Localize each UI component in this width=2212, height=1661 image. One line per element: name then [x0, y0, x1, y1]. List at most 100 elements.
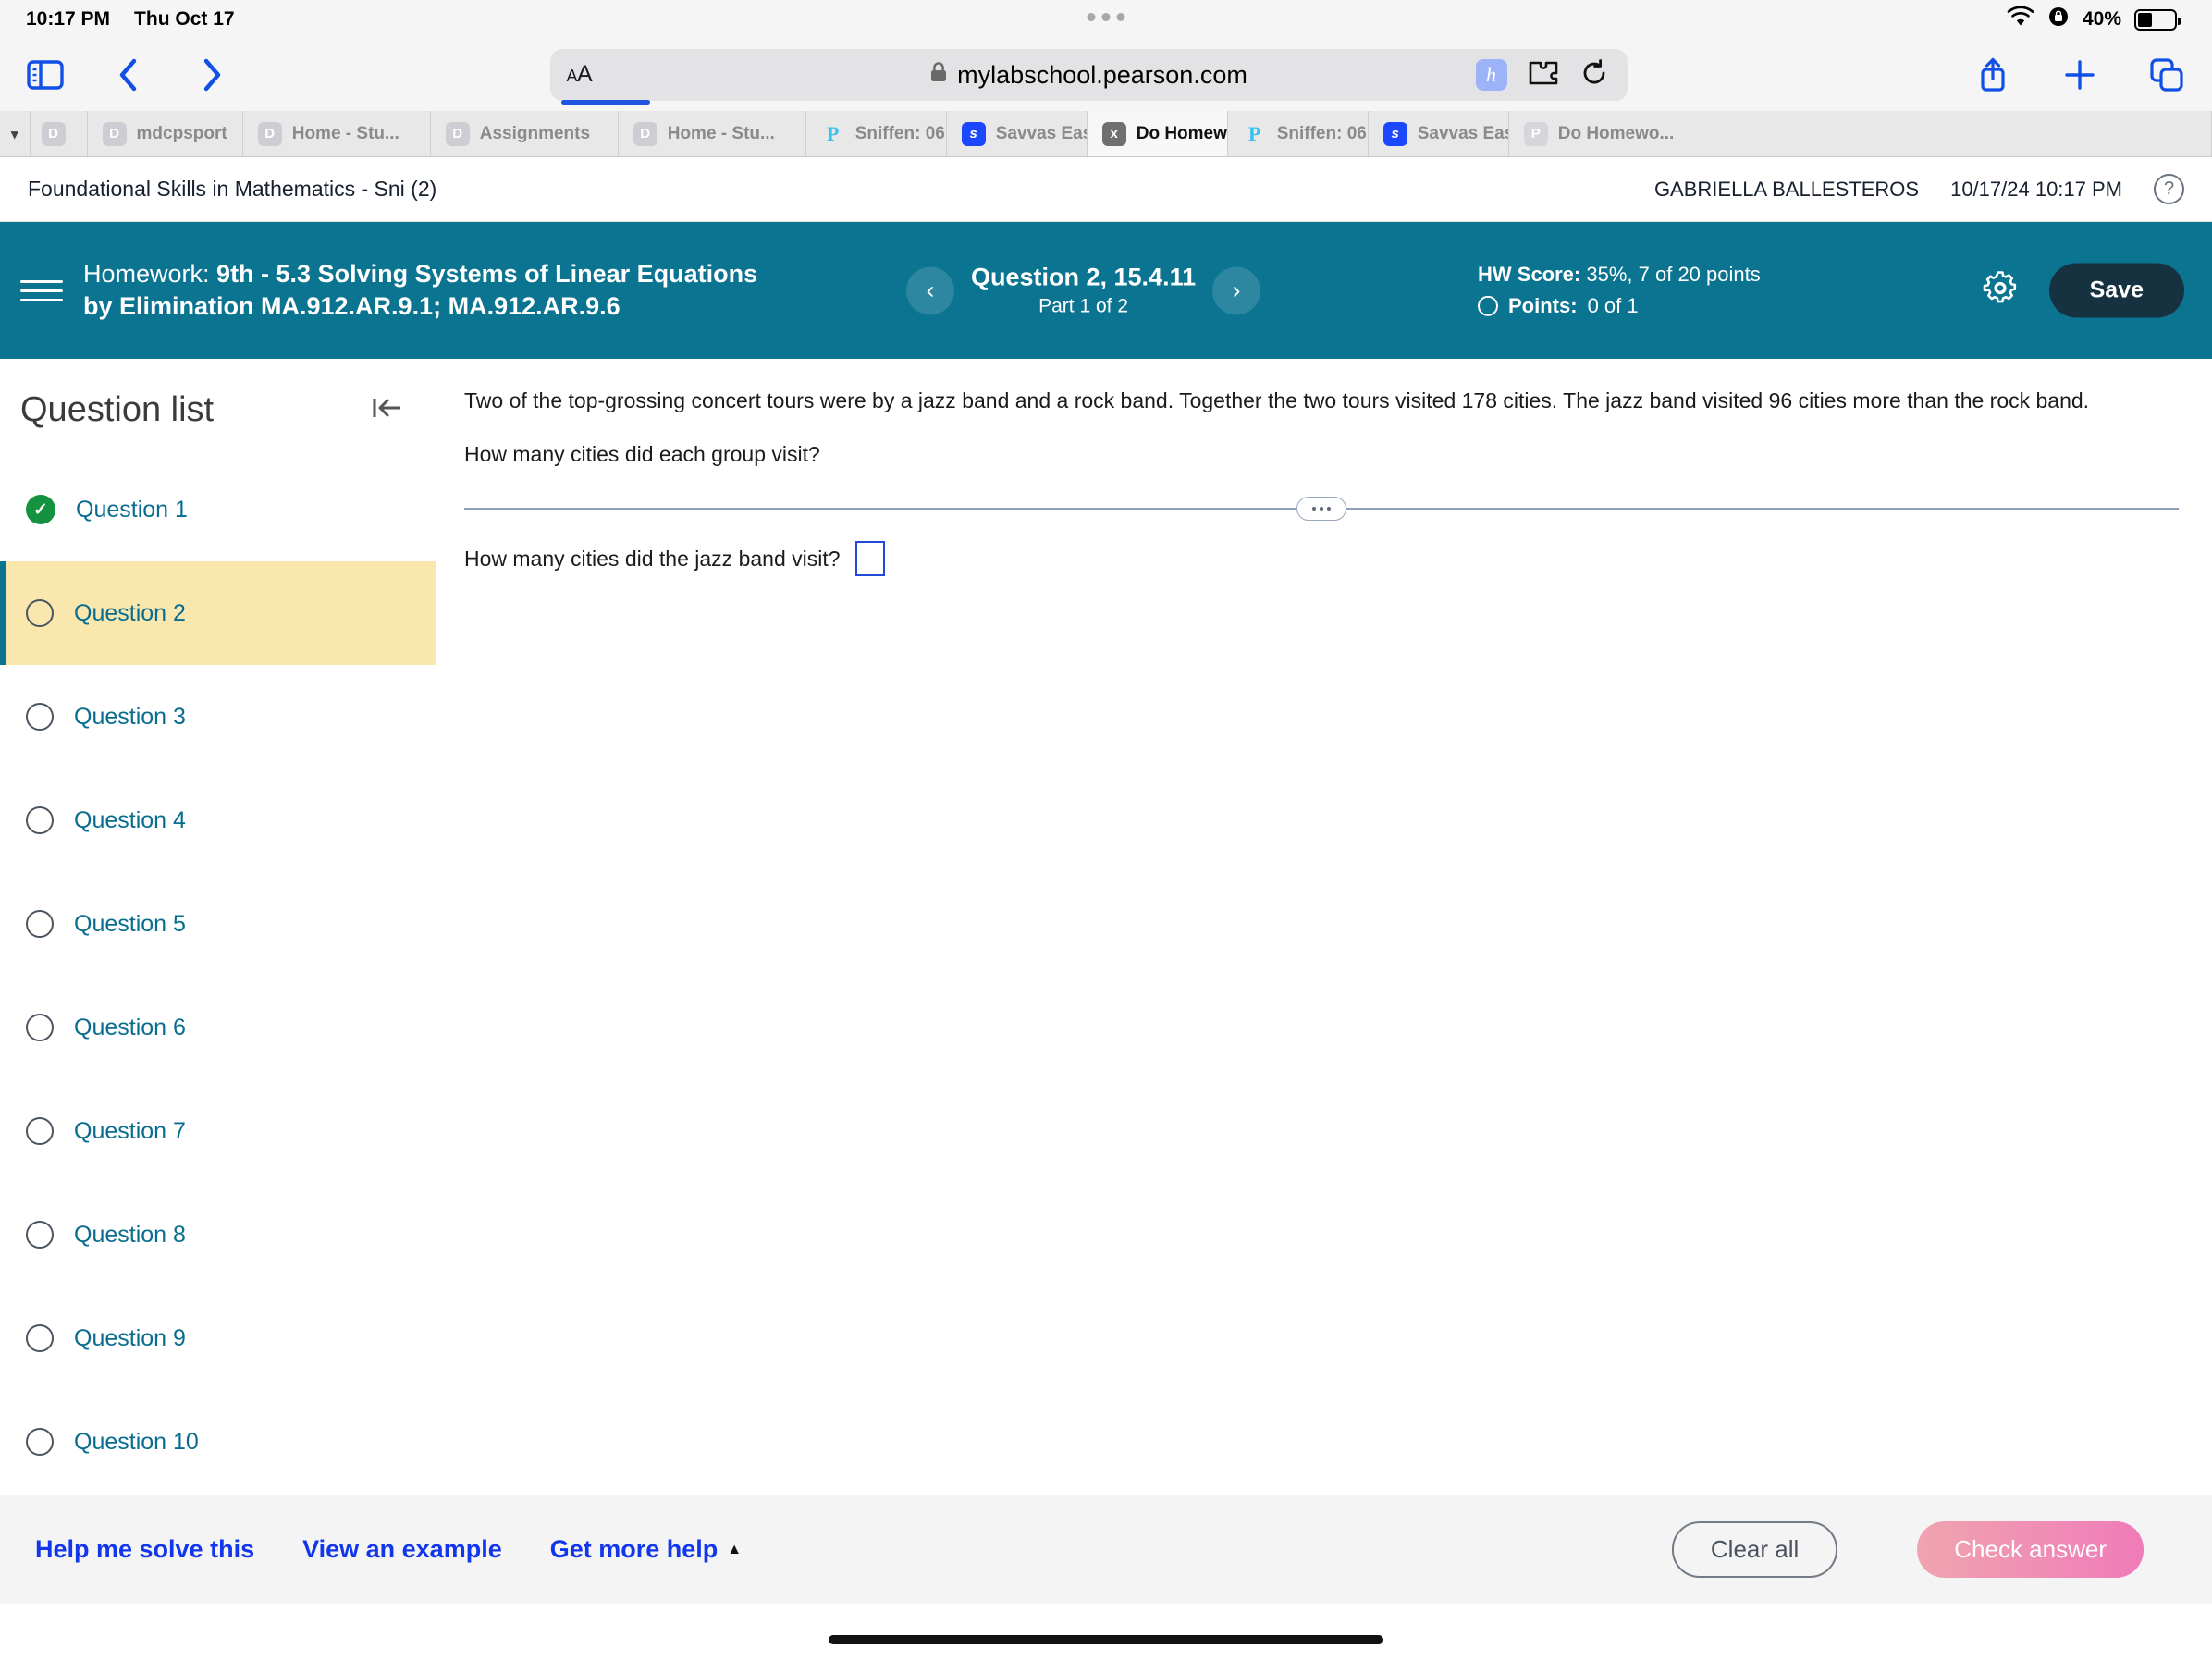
sidebar-item-question-5[interactable]: Question 5	[0, 872, 436, 976]
sidebar-item-question-8[interactable]: Question 8	[0, 1183, 436, 1286]
homework-title: Homework: 9th - 5.3 Solving Systems of L…	[83, 258, 786, 322]
tab-item[interactable]: P Do Homewo...	[1508, 111, 2212, 156]
sidebar-item-label: Question 8	[74, 1221, 186, 1248]
wifi-icon	[2007, 6, 2034, 32]
status-time: 10:17 PM	[26, 8, 111, 30]
tab-favicon-d: D	[633, 121, 657, 146]
tab-item[interactable]: D Home - Stu...	[242, 111, 431, 156]
content-area: Question list ✓ Question 1 Question 2 Qu…	[0, 359, 2212, 1495]
collapse-panel-icon[interactable]	[371, 394, 404, 427]
sidebar-item-label: Question 2	[74, 599, 186, 626]
sidebar-item-question-2[interactable]: Question 2	[0, 561, 436, 665]
battery-percent: 40%	[2082, 8, 2121, 30]
points-value: 0 of 1	[1587, 294, 1639, 317]
tab-favicon-pearson: P	[1247, 121, 1261, 145]
tab-label: Assignments	[479, 123, 591, 143]
tab-label: Savvas Eas...	[995, 123, 1087, 143]
previous-question-chevron[interactable]: ‹	[906, 266, 954, 314]
tab-label: Home - Stu...	[667, 123, 775, 143]
address-bar[interactable]: AAAA mylabschool.pearson.com h	[549, 49, 1628, 105]
safari-toolbar: AAAA mylabschool.pearson.com h	[0, 39, 2212, 111]
window-drag-dots	[1087, 13, 1125, 21]
tab-item-active[interactable]: x Do Homewo...	[1087, 111, 1228, 156]
sidebar-item-question-4[interactable]: Question 4	[0, 769, 436, 872]
puzzle-extension-icon[interactable]	[1528, 59, 1559, 92]
next-question-chevron[interactable]: ›	[1212, 266, 1261, 314]
course-title: Foundational Skills in Mathematics - Sni…	[28, 177, 437, 201]
tab-favicon-x: x	[1101, 121, 1126, 146]
part-label: Part 1 of 2	[1038, 295, 1128, 317]
open-circle-icon	[26, 1221, 54, 1249]
battery-icon	[2134, 8, 2181, 31]
tab-favicon-savvas: s	[1382, 121, 1407, 146]
sidebar-item-label: Question 9	[74, 1324, 186, 1351]
tab-item[interactable]: D Assignments	[430, 111, 619, 156]
tab-favicon-d: D	[102, 121, 127, 146]
sidebar-item-question-10[interactable]: Question 10	[0, 1390, 436, 1494]
tab-item[interactable]: ▾	[0, 111, 31, 156]
question-mark-help-icon[interactable]: ?	[2154, 174, 2184, 204]
homework-header-bar: Homework: 9th - 5.3 Solving Systems of L…	[0, 222, 2212, 359]
drag-handle-dots[interactable]	[1296, 497, 1346, 522]
check-answer-button[interactable]: Check answer	[1917, 1521, 2144, 1578]
tab-item[interactable]: D mdcpsport	[87, 111, 243, 156]
sidebar-item-label: Question 3	[74, 703, 186, 730]
ios-status-bar: 10:17 PM Thu Oct 17 40%	[0, 0, 2212, 39]
view-an-example-link[interactable]: View an example	[302, 1535, 502, 1564]
open-circle-icon	[26, 703, 54, 731]
gear-settings-icon[interactable]	[1983, 271, 2018, 311]
clear-all-button[interactable]: Clear all	[1671, 1521, 1838, 1578]
answer-row: How many cities did the jazz band visit?	[464, 541, 2179, 577]
check-circle-icon: ✓	[26, 495, 55, 524]
tab-label: Do Homewo...	[1557, 123, 1675, 143]
text-size-button[interactable]: AAAA	[560, 61, 650, 105]
plus-icon[interactable]	[2058, 54, 2101, 96]
help-me-solve-this-link[interactable]: Help me solve this	[35, 1535, 254, 1564]
sidebar-toggle-icon[interactable]	[24, 54, 67, 96]
lock-icon	[929, 61, 948, 90]
sidebar-item-question-9[interactable]: Question 9	[0, 1286, 436, 1390]
current-question-label: Question 2, 15.4.11	[971, 263, 1197, 291]
get-more-help-link[interactable]: Get more help ▲	[550, 1535, 742, 1564]
tab-item[interactable]: P Sniffen: 06...	[1227, 111, 1369, 156]
tab-strip[interactable]: ▾ D D mdcpsport D Home - Stu... D Assign…	[0, 111, 2212, 157]
ios-home-indicator	[829, 1635, 1383, 1644]
open-circle-icon	[26, 599, 54, 627]
save-button[interactable]: Save	[2048, 263, 2184, 318]
tab-label: Savvas Eas...	[1417, 123, 1508, 143]
reload-icon[interactable]	[1579, 58, 1609, 92]
tab-favicon-savvas: s	[961, 121, 986, 146]
share-icon[interactable]	[1972, 54, 2014, 96]
url-text: mylabschool.pearson.com	[957, 60, 1247, 89]
tab-label: Sniffen: 06...	[854, 123, 946, 143]
forward-chevron-icon[interactable]	[190, 54, 233, 96]
homework-label: Homework:	[83, 260, 210, 289]
sidebar-item-question-7[interactable]: Question 7	[0, 1079, 436, 1183]
hw-score-value: 35%, 7 of 20 points	[1586, 262, 1761, 286]
tab-favicon-pearson-gray: P	[1523, 121, 1548, 146]
sidebar-item-question-1[interactable]: ✓ Question 1	[0, 458, 436, 561]
sidebar-item-question-6[interactable]: Question 6	[0, 976, 436, 1079]
sidebar-item-question-3[interactable]: Question 3	[0, 665, 436, 769]
tab-item[interactable]: D Home - Stu...	[618, 111, 806, 156]
open-circle-icon	[26, 1428, 54, 1456]
back-chevron-icon[interactable]	[107, 54, 150, 96]
sidebar-item-label: Question 5	[74, 910, 186, 937]
score-summary: HW Score: 35%, 7 of 20 points Points: 0 …	[1478, 259, 1761, 322]
question-list-sidebar: Question list ✓ Question 1 Question 2 Qu…	[0, 359, 436, 1495]
tab-favicon-d: D	[41, 121, 66, 146]
hypothesis-extension-icon[interactable]: h	[1475, 59, 1507, 91]
bottom-action-bar: Help me solve this View an example Get m…	[0, 1495, 2212, 1604]
hamburger-menu-icon[interactable]	[20, 279, 63, 301]
sidebar-item-label: Question 6	[74, 1014, 186, 1040]
get-more-help-label: Get more help	[549, 1535, 719, 1563]
open-circle-icon	[26, 1117, 54, 1145]
tab-item[interactable]: D	[30, 111, 88, 156]
tabs-overview-icon[interactable]	[2145, 54, 2188, 96]
answer-input[interactable]	[854, 541, 885, 577]
status-date: Thu Oct 17	[134, 8, 235, 30]
tab-item[interactable]: P Sniffen: 06...	[805, 111, 947, 156]
tab-label: mdcpsport	[136, 123, 227, 143]
tab-item[interactable]: s Savvas Eas...	[1368, 111, 1509, 156]
tab-item[interactable]: s Savvas Eas...	[946, 111, 1088, 156]
